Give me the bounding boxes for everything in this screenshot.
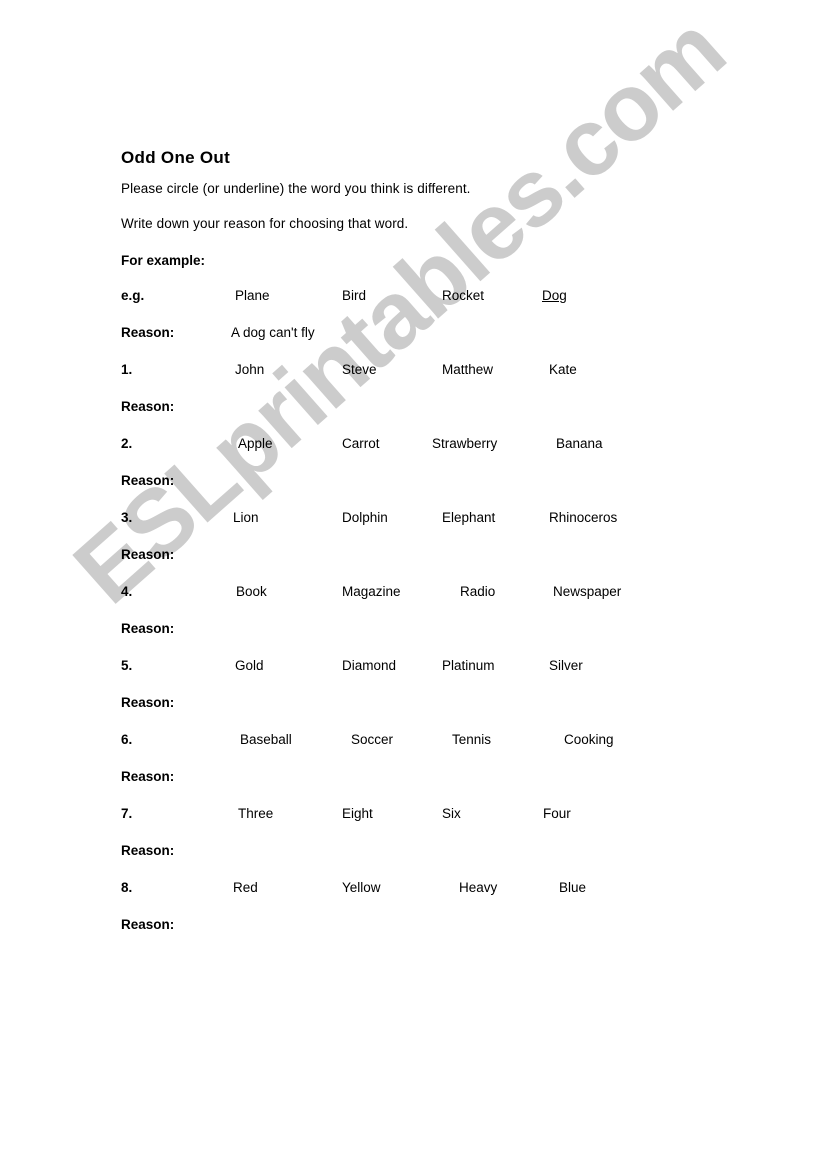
reason-row-8: Reason: [121, 917, 721, 954]
question-row-7-option-4[interactable]: Four [543, 806, 571, 821]
question-row-7-option-2[interactable]: Eight [342, 806, 373, 821]
example-row-label: e.g. [121, 288, 145, 303]
reason-row-1: Reason: [121, 399, 721, 436]
reason-row-4: Reason: [121, 621, 721, 658]
question-row-2-option-4[interactable]: Banana [556, 436, 603, 451]
question-row-2-label: 2. [121, 436, 133, 451]
reason-row-3: Reason: [121, 547, 721, 584]
question-row-3-option-3[interactable]: Elephant [442, 510, 495, 525]
question-row-2-option-3[interactable]: Strawberry [432, 436, 497, 451]
reason-row-6: Reason: [121, 769, 721, 806]
worksheet-content: Odd One Out Please circle (or underline)… [121, 148, 721, 954]
question-row-2: 2. Apple Carrot Strawberry Banana [121, 436, 721, 473]
question-row-8-option-4[interactable]: Blue [559, 880, 586, 895]
question-row-6-option-1[interactable]: Baseball [240, 732, 292, 747]
example-row: e.g. Plane Bird Rocket Dog [121, 288, 721, 325]
question-row-1-option-2[interactable]: Steve [342, 362, 377, 377]
question-row-7-option-1[interactable]: Three [238, 806, 273, 821]
question-row-5-option-4[interactable]: Silver [549, 658, 583, 673]
reason-row-5-label: Reason: [121, 695, 175, 710]
question-row-4-option-3[interactable]: Radio [460, 584, 495, 599]
example-row-option-2[interactable]: Bird [342, 288, 366, 303]
question-row-8: 8. Red Yellow Heavy Blue [121, 880, 721, 917]
question-row-1-option-1[interactable]: John [235, 362, 264, 377]
question-row-5-label: 5. [121, 658, 133, 673]
question-row-7-option-3[interactable]: Six [442, 806, 461, 821]
question-row-6-option-3[interactable]: Tennis [452, 732, 491, 747]
reason-row-1-label: Reason: [121, 399, 175, 414]
question-row-1-label: 1. [121, 362, 133, 377]
question-row-7-label: 7. [121, 806, 133, 821]
question-row-2-option-1[interactable]: Apple [238, 436, 273, 451]
example-row-option-3[interactable]: Rocket [442, 288, 484, 303]
reason-row-2: Reason: [121, 473, 721, 510]
question-row-5: 5. Gold Diamond Platinum Silver [121, 658, 721, 695]
question-row-6-option-2[interactable]: Soccer [351, 732, 393, 747]
question-row-2-option-2[interactable]: Carrot [342, 436, 380, 451]
question-row-4-option-4[interactable]: Newspaper [553, 584, 621, 599]
question-row-6-label: 6. [121, 732, 133, 747]
question-row-5-option-3[interactable]: Platinum [442, 658, 495, 673]
instruction-line-1: Please circle (or underline) the word yo… [121, 181, 471, 196]
question-row-4-option-1[interactable]: Book [236, 584, 267, 599]
reason-row-2-label: Reason: [121, 473, 175, 488]
example-section-label: For example: [121, 253, 206, 268]
page-title: Odd One Out [121, 148, 231, 167]
reason-row-7-label: Reason: [121, 843, 175, 858]
reason-row-6-label: Reason: [121, 769, 175, 784]
question-row-8-label: 8. [121, 880, 133, 895]
question-row-1: 1. John Steve Matthew Kate [121, 362, 721, 399]
reason-row-7: Reason: [121, 843, 721, 880]
exercise-rows: e.g. Plane Bird Rocket Dog Reason: A dog can't… [121, 288, 721, 954]
question-row-7: 7. Three Eight Six Four [121, 806, 721, 843]
question-row-8-option-2[interactable]: Yellow [342, 880, 381, 895]
example-row-option-4[interactable]: Dog [542, 288, 567, 303]
reason-row-8-label: Reason: [121, 917, 175, 932]
reason-row-5: Reason: [121, 695, 721, 732]
reason-row-3-label: Reason: [121, 547, 175, 562]
example-reason-row-answer[interactable]: A dog can't fly [231, 325, 315, 340]
question-row-8-option-3[interactable]: Heavy [459, 880, 497, 895]
question-row-3-label: 3. [121, 510, 133, 525]
question-row-6: 6. Baseball Soccer Tennis Cooking [121, 732, 721, 769]
question-row-3: 3. Lion Dolphin Elephant Rhinoceros [121, 510, 721, 547]
question-row-1-option-4[interactable]: Kate [549, 362, 577, 377]
question-row-4-option-2[interactable]: Magazine [342, 584, 401, 599]
example-reason-row: Reason: A dog can't fly [121, 325, 721, 362]
question-row-3-option-2[interactable]: Dolphin [342, 510, 388, 525]
question-row-8-option-1[interactable]: Red [233, 880, 258, 895]
question-row-5-option-1[interactable]: Gold [235, 658, 264, 673]
question-row-6-option-4[interactable]: Cooking [564, 732, 614, 747]
question-row-3-option-4[interactable]: Rhinoceros [549, 510, 617, 525]
example-reason-row-label: Reason: [121, 325, 175, 340]
question-row-4: 4. Book Magazine Radio Newspaper [121, 584, 721, 621]
example-row-option-1[interactable]: Plane [235, 288, 270, 303]
question-row-1-option-3[interactable]: Matthew [442, 362, 493, 377]
question-row-5-option-2[interactable]: Diamond [342, 658, 396, 673]
reason-row-4-label: Reason: [121, 621, 175, 636]
instruction-line-2: Write down your reason for choosing that… [121, 216, 409, 231]
worksheet-page: ESLprintables.com Odd One Out Please cir… [0, 0, 826, 1169]
question-row-4-label: 4. [121, 584, 133, 599]
question-row-3-option-1[interactable]: Lion [233, 510, 259, 525]
